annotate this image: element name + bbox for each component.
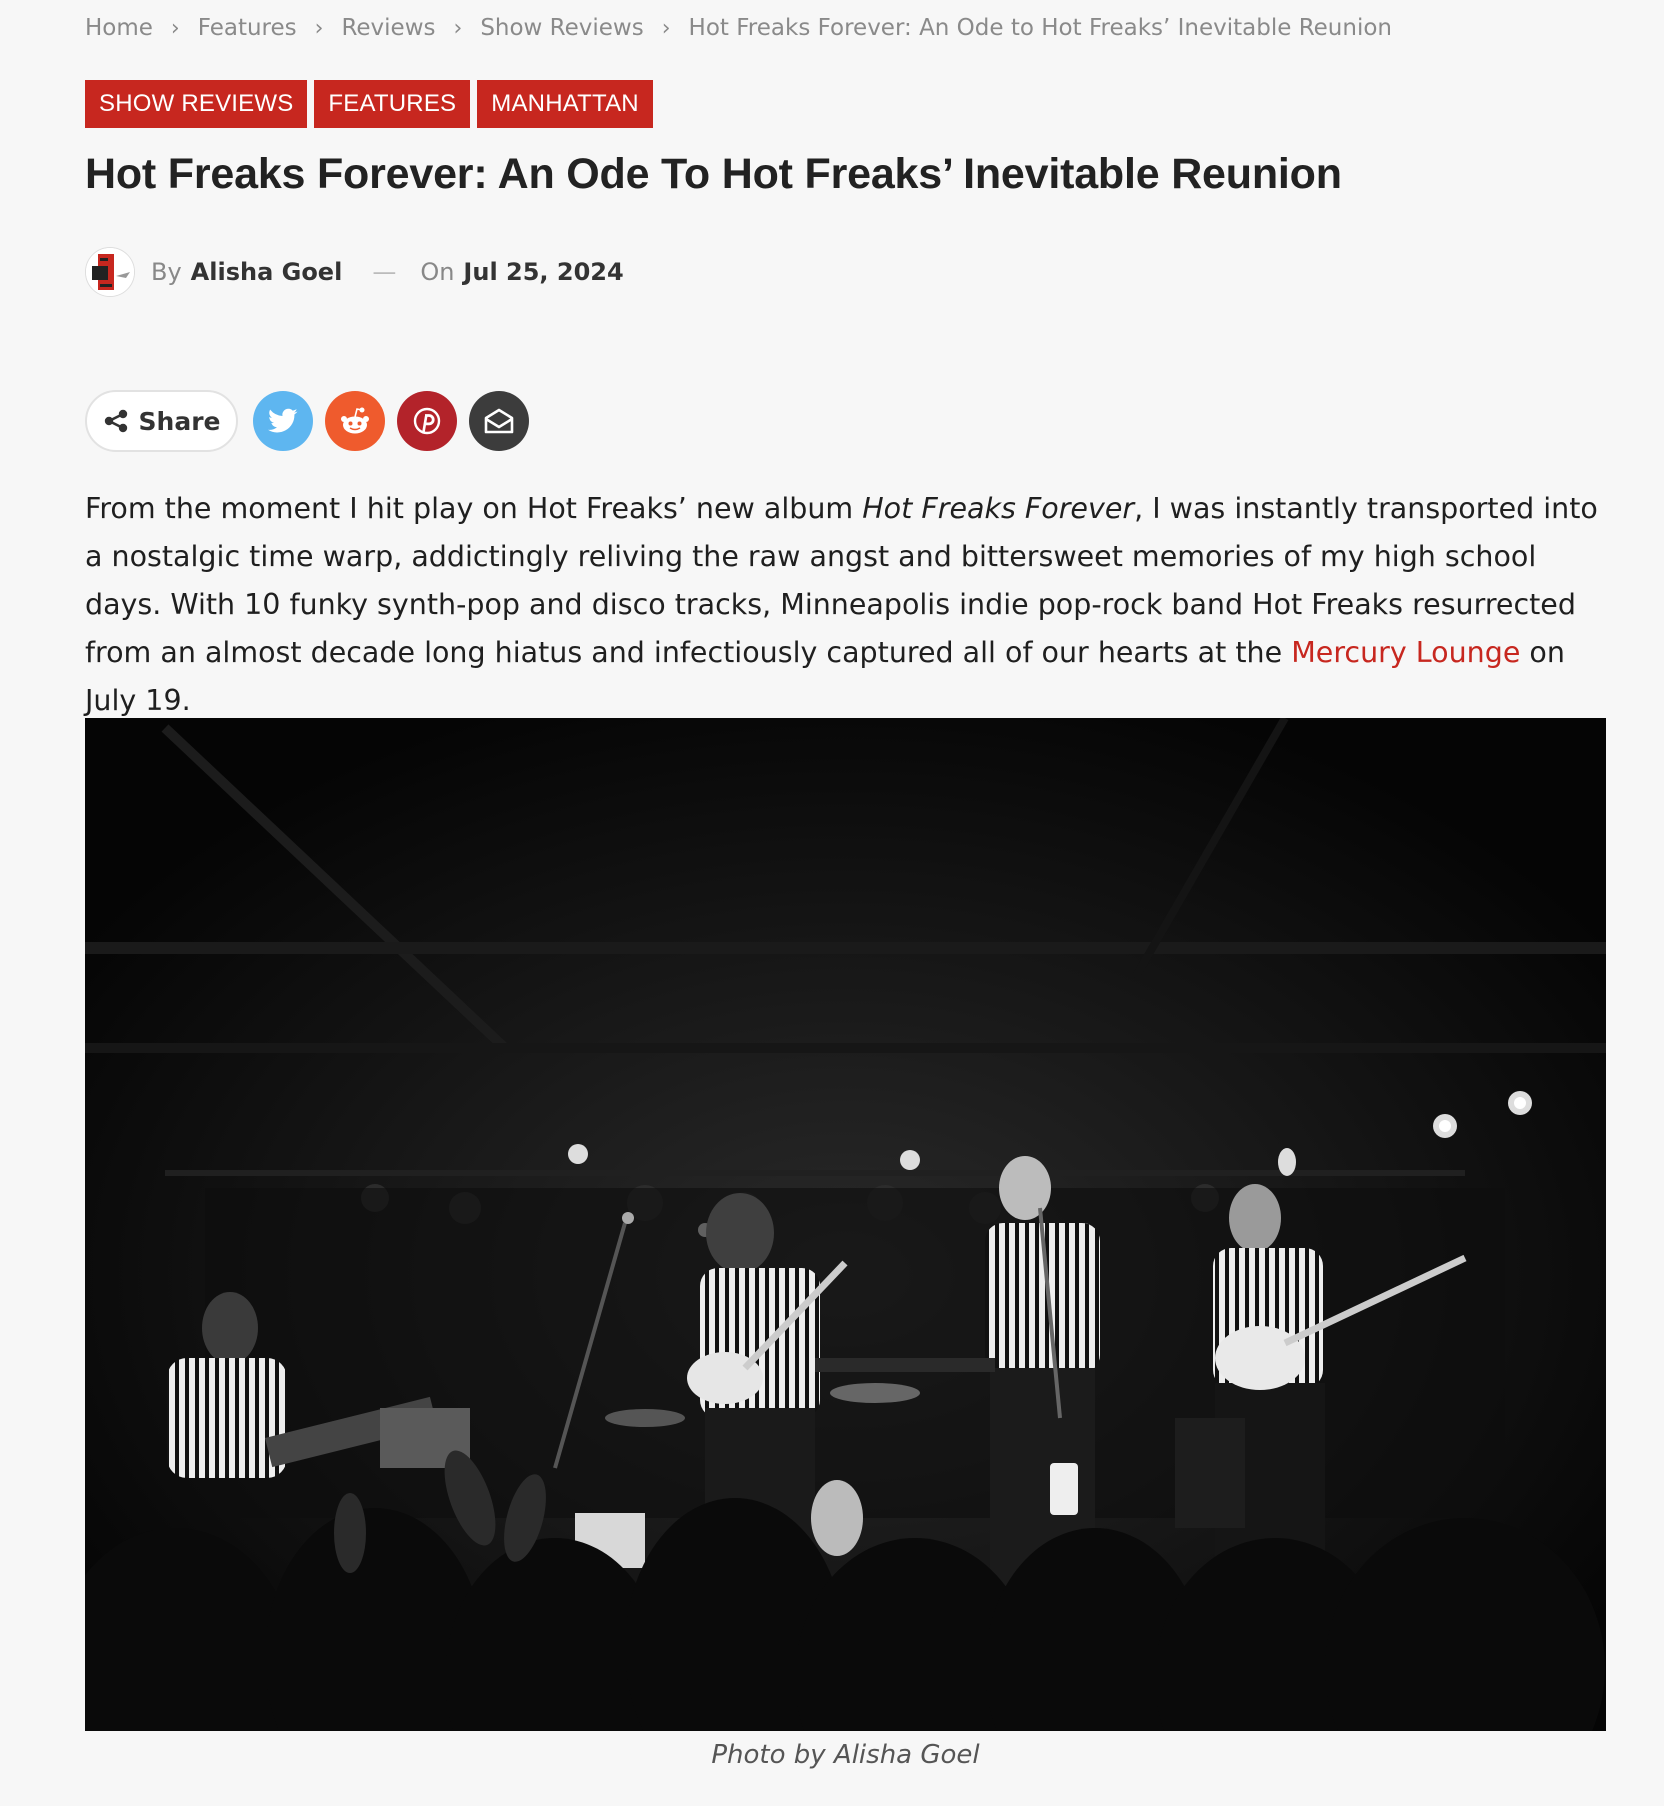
- photo-caption: Photo by Alisha Goel: [711, 1740, 980, 1770]
- chevron-right-icon: ›: [314, 15, 324, 41]
- share-label: Share: [138, 406, 221, 436]
- breadcrumb-features[interactable]: Features: [198, 15, 297, 41]
- breadcrumb-reviews[interactable]: Reviews: [341, 15, 435, 41]
- body-text-part: From the moment I hit play on Hot Freaks…: [85, 492, 863, 525]
- by-label: By: [151, 258, 182, 286]
- category-tags: SHOW REVIEWS FEATURES MANHATTAN: [85, 80, 653, 128]
- chevron-right-icon: ›: [661, 15, 671, 41]
- share-icon: [104, 409, 127, 433]
- pinterest-icon: [413, 407, 441, 435]
- breadcrumb-home[interactable]: Home: [85, 15, 153, 41]
- article-body: From the moment I hit play on Hot Freaks…: [85, 485, 1605, 725]
- reddit-icon: [341, 407, 369, 434]
- venue-link[interactable]: Mercury Lounge: [1291, 636, 1520, 669]
- email-icon: [484, 408, 514, 434]
- avatar-logo-icon: [86, 248, 134, 296]
- publish-date: Jul 25, 2024: [463, 258, 624, 286]
- chevron-right-icon: ›: [453, 15, 463, 41]
- email-share-button[interactable]: [469, 391, 529, 451]
- album-title: Hot Freaks Forever: [862, 492, 1135, 525]
- author-link[interactable]: Alisha Goel: [191, 258, 343, 286]
- twitter-icon: [268, 408, 298, 433]
- breadcrumb: Home › Features › Reviews › Show Reviews…: [85, 10, 1392, 46]
- reddit-share-button[interactable]: [325, 391, 385, 451]
- pinterest-share-button[interactable]: [397, 391, 457, 451]
- avatar[interactable]: [85, 247, 135, 297]
- concert-photo-image: [85, 718, 1606, 1731]
- category-show-reviews[interactable]: SHOW REVIEWS: [85, 80, 308, 128]
- concert-photo: [85, 718, 1606, 1731]
- share-button[interactable]: Share: [85, 390, 238, 452]
- breadcrumb-current: Hot Freaks Forever: An Ode to Hot Freaks…: [688, 15, 1392, 41]
- category-features[interactable]: FEATURES: [314, 80, 471, 128]
- share-bar: Share: [85, 390, 529, 452]
- on-label: On: [420, 258, 455, 286]
- page-title: Hot Freaks Forever: An Ode To Hot Freaks…: [85, 150, 1342, 198]
- chevron-right-icon: ›: [170, 15, 180, 41]
- category-manhattan[interactable]: MANHATTAN: [477, 80, 653, 128]
- article-meta: By Alisha Goel — On Jul 25, 2024: [85, 247, 624, 297]
- twitter-share-button[interactable]: [253, 391, 313, 451]
- meta-separator: —: [372, 258, 397, 286]
- breadcrumb-show-reviews[interactable]: Show Reviews: [480, 15, 643, 41]
